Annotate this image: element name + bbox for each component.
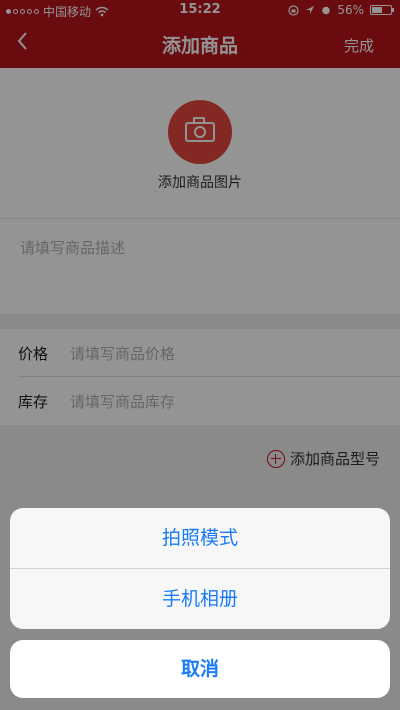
cancel-button[interactable]: 取消 bbox=[10, 640, 390, 698]
photo-album-option[interactable]: 手机相册 bbox=[10, 569, 390, 629]
camera-mode-option[interactable]: 拍照模式 bbox=[10, 508, 390, 568]
action-sheet: 拍照模式 手机相册 bbox=[10, 508, 390, 629]
